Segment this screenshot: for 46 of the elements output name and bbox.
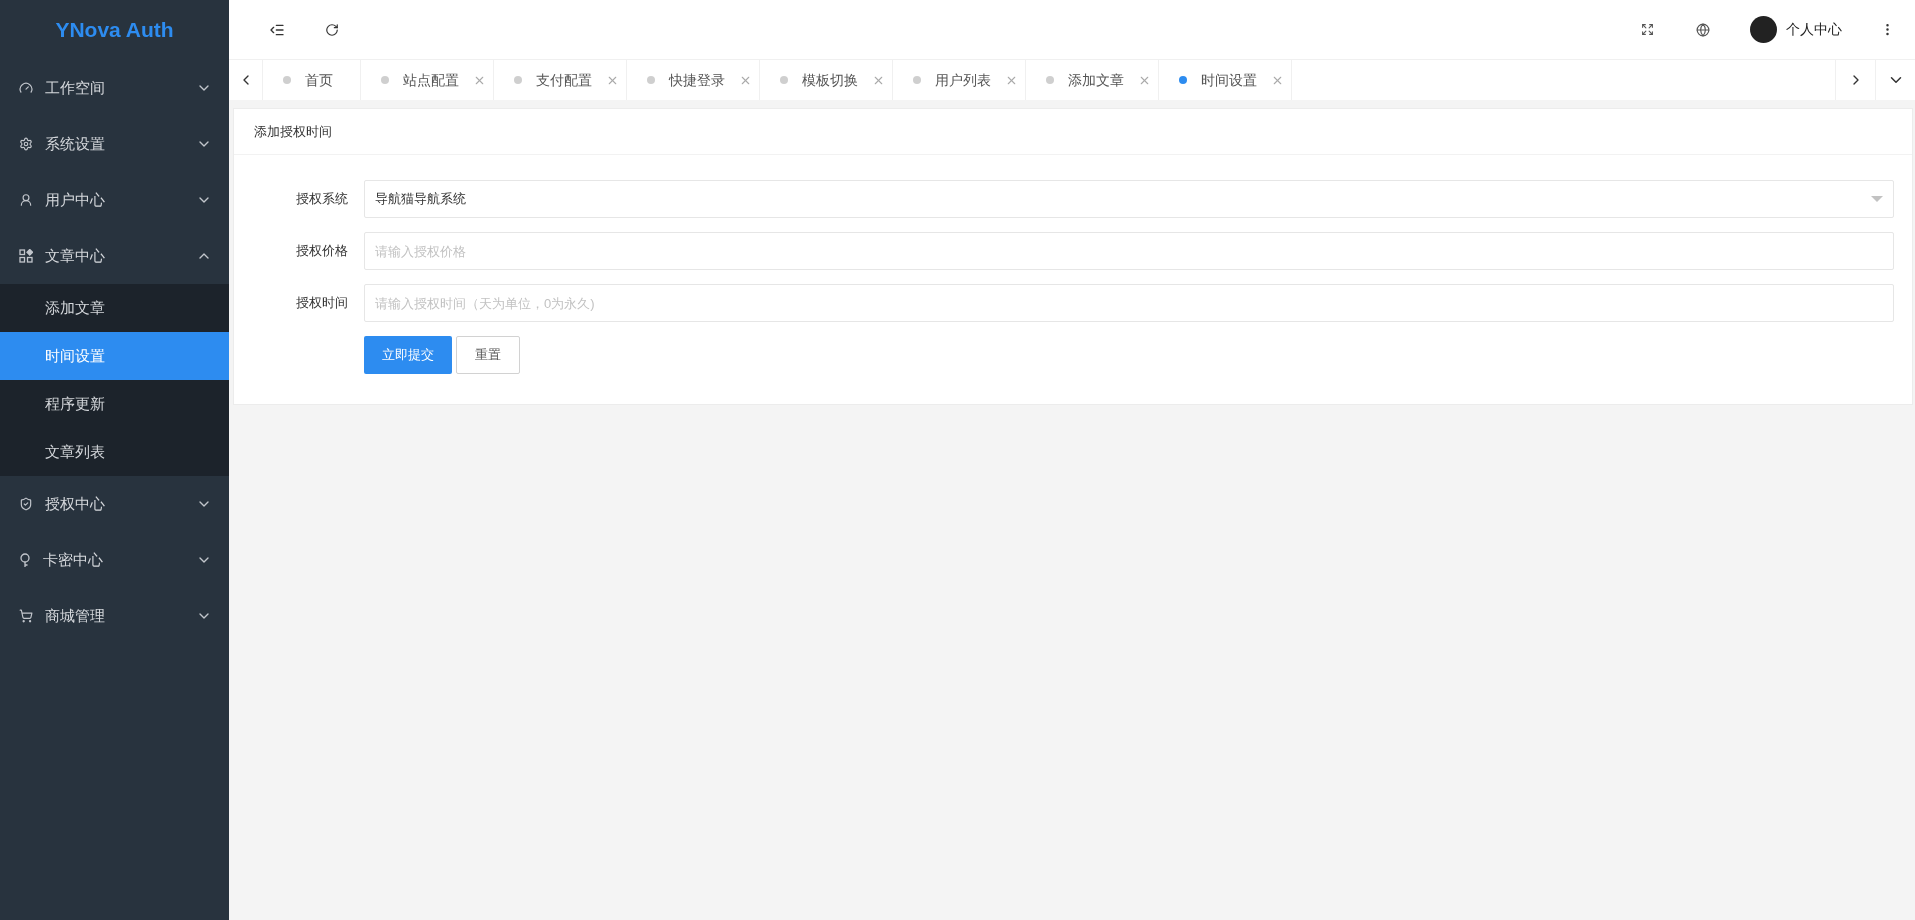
submenu-item[interactable]: 文章列表: [0, 428, 229, 476]
tab[interactable]: 快捷登录: [627, 60, 760, 100]
settings-icon: [19, 137, 33, 151]
tab-label: 站点配置: [403, 70, 459, 90]
tab-label: 支付配置: [536, 70, 592, 90]
menu-item[interactable]: 商城管理: [0, 588, 229, 644]
tab[interactable]: 添加文章: [1026, 60, 1159, 100]
dropdown-arrow-icon: [1871, 195, 1883, 203]
tab-label: 用户列表: [935, 70, 991, 90]
select-field[interactable]: 导航猫导航系统: [364, 180, 1894, 218]
tab[interactable]: 首页: [263, 60, 361, 100]
tab[interactable]: 支付配置: [494, 60, 627, 100]
submenu-item[interactable]: 添加文章: [0, 284, 229, 332]
field-label: 授权系统: [295, 190, 349, 209]
user-icon: [19, 193, 33, 207]
card-title: 添加授权时间: [254, 122, 332, 141]
field-label: 授权价格: [295, 242, 349, 261]
submenu-item[interactable]: 程序更新: [0, 380, 229, 428]
menu-item[interactable]: 文章中心: [0, 228, 229, 284]
grid-icon: [19, 249, 33, 263]
globe-icon[interactable]: [1696, 22, 1710, 37]
tab[interactable]: 用户列表: [893, 60, 1026, 100]
cart-icon: [19, 609, 33, 623]
tab-label: 快捷登录: [669, 70, 725, 90]
reset-button[interactable]: 重置: [456, 336, 520, 374]
menu-item[interactable]: 授权中心: [0, 476, 229, 532]
menu-item[interactable]: 卡密中心: [0, 532, 229, 588]
tab-label: 时间设置: [1201, 70, 1257, 90]
tab[interactable]: 模板切换: [760, 60, 893, 100]
field-label: 授权时间: [295, 294, 349, 313]
menu-item[interactable]: 用户中心: [0, 172, 229, 228]
shield-check-icon: [19, 497, 33, 511]
profile-link[interactable]: 个人中心: [1786, 19, 1842, 40]
tab[interactable]: 时间设置: [1159, 60, 1292, 100]
logo: YNova Auth: [55, 17, 174, 44]
menu-item[interactable]: 工作空间: [0, 60, 229, 116]
refresh-icon[interactable]: [325, 22, 339, 37]
gauge-icon: [19, 81, 33, 95]
tab-label: 模板切换: [802, 70, 858, 90]
menu-item[interactable]: 系统设置: [0, 116, 229, 172]
fullscreen-icon[interactable]: [1641, 23, 1654, 36]
pin-icon: [19, 552, 31, 568]
tab-label: 首页: [305, 70, 333, 90]
avatar[interactable]: [1750, 16, 1777, 43]
tab-label: 添加文章: [1068, 70, 1124, 90]
tab[interactable]: 站点配置: [361, 60, 494, 100]
